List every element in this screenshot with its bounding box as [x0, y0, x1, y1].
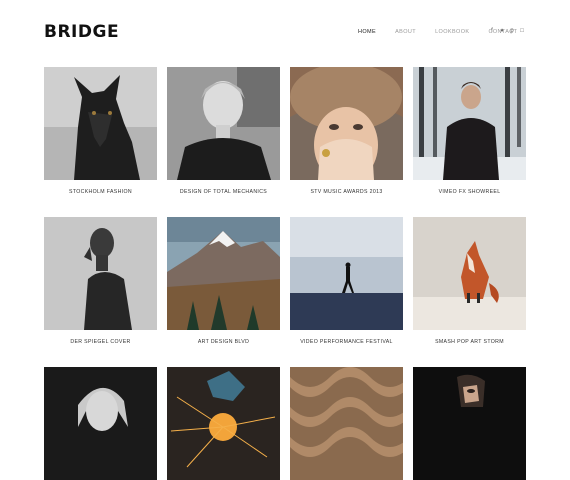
portfolio-item[interactable] — [290, 367, 403, 480]
portfolio-item[interactable]: SMASH POP ART STORM — [413, 217, 526, 345]
portfolio-title[interactable]: VIDEO PERFORMANCE FESTIVAL — [290, 339, 403, 345]
instagram-icon[interactable]: □ — [517, 28, 527, 34]
portfolio-title[interactable]: DER SPIEGEL COVER — [44, 339, 157, 345]
portfolio-item[interactable]: DESIGN OF TOTAL MECHANICS — [167, 67, 280, 195]
portfolio-item[interactable] — [167, 367, 280, 480]
portfolio-title[interactable]: STOCKHOLM FASHION — [44, 189, 157, 195]
portfolio-thumbnail[interactable] — [167, 217, 280, 330]
portfolio-thumbnail[interactable] — [290, 67, 403, 180]
portfolio-thumbnail[interactable] — [290, 367, 403, 480]
portfolio-thumbnail[interactable] — [44, 367, 157, 480]
portfolio-item[interactable] — [413, 367, 526, 480]
portfolio-item[interactable]: STV MUSIC AWARDS 2013 — [290, 67, 403, 195]
nav-lookbook[interactable]: LOOKBOOK — [435, 29, 469, 35]
facebook-icon[interactable]: f — [487, 28, 497, 34]
portfolio-title[interactable]: ART DESIGN BLVD — [167, 339, 280, 345]
portfolio-thumbnail[interactable] — [44, 67, 157, 180]
portfolio-thumbnail[interactable] — [413, 367, 526, 480]
site-header: BRIDGE HOME ABOUT LOOKBOOK CONTACT f ♦ p… — [0, 0, 570, 64]
portfolio-item[interactable]: DER SPIEGEL COVER — [44, 217, 157, 345]
portfolio-thumbnail[interactable] — [167, 367, 280, 480]
nav-about[interactable]: ABOUT — [395, 29, 416, 35]
logo[interactable]: BRIDGE — [44, 22, 119, 42]
portfolio-item[interactable] — [44, 367, 157, 480]
portfolio-item[interactable]: VIDEO PERFORMANCE FESTIVAL — [290, 217, 403, 345]
portfolio-thumbnail[interactable] — [413, 217, 526, 330]
portfolio-title[interactable]: VIMEO FX SHOWREEL — [413, 189, 526, 195]
portfolio-item[interactable]: STOCKHOLM FASHION — [44, 67, 157, 195]
portfolio-thumbnail[interactable] — [413, 67, 526, 180]
portfolio-title[interactable]: SMASH POP ART STORM — [413, 339, 526, 345]
portfolio-thumbnail[interactable] — [167, 67, 280, 180]
portfolio-item[interactable]: VIMEO FX SHOWREEL — [413, 67, 526, 195]
nav-home[interactable]: HOME — [358, 29, 376, 35]
social-links: f ♦ p □ — [487, 28, 527, 34]
twitter-icon[interactable]: ♦ — [497, 28, 507, 34]
portfolio-thumbnail[interactable] — [44, 217, 157, 330]
portfolio-title[interactable]: DESIGN OF TOTAL MECHANICS — [167, 189, 280, 195]
portfolio-item[interactable]: ART DESIGN BLVD — [167, 217, 280, 345]
portfolio-title[interactable]: STV MUSIC AWARDS 2013 — [290, 189, 403, 195]
portfolio-thumbnail[interactable] — [290, 217, 403, 330]
pinterest-icon[interactable]: p — [507, 28, 517, 34]
